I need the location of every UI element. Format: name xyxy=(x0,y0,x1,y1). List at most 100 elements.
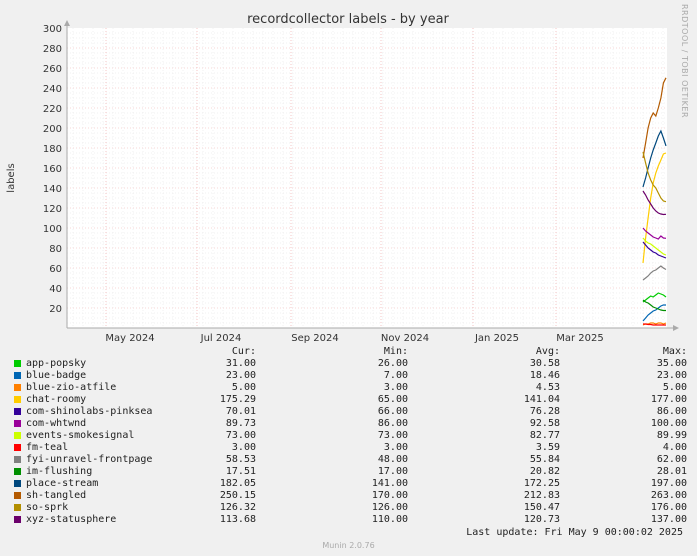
legend-series-name: fyi-unravel-frontpage xyxy=(26,454,153,465)
y-tick-label: 60 xyxy=(49,264,62,275)
y-tick-label: 220 xyxy=(43,104,62,115)
legend-max-value: 23.00 xyxy=(656,370,687,381)
legend-max-value: 197.00 xyxy=(650,478,687,489)
legend-min-value: 141.00 xyxy=(371,478,408,489)
legend-min-value: 110.00 xyxy=(371,514,408,525)
legend-max-value: 28.01 xyxy=(656,466,687,477)
legend-row: so-sprk 126.32 126.00 150.47 176.00 xyxy=(0,502,697,514)
legend-max-value: 177.00 xyxy=(650,394,687,405)
legend-row: chat-roomy 175.29 65.00 141.04 177.00 xyxy=(0,394,697,406)
legend-max-value: 89.99 xyxy=(656,430,687,441)
chart-title: recordcollector labels - by year xyxy=(247,12,449,27)
legend-cur-value: 70.01 xyxy=(225,406,256,417)
legend-cur-value: 182.05 xyxy=(219,478,256,489)
y-tick-label: 200 xyxy=(43,124,62,135)
legend-cur-value: 113.68 xyxy=(219,514,256,525)
legend-swatch xyxy=(14,372,21,379)
x-tick-label: May 2024 xyxy=(105,333,154,344)
y-axis-arrow xyxy=(64,20,70,26)
y-axis-label: labels xyxy=(6,163,17,192)
legend-cur-value: 250.15 xyxy=(219,490,256,501)
legend-swatch xyxy=(14,504,21,511)
y-tick-label: 300 xyxy=(43,24,62,35)
legend-min-value: 3.00 xyxy=(383,382,408,393)
header-avg: Avg: xyxy=(535,346,560,357)
legend-series-name: blue-badge xyxy=(26,370,87,381)
legend-swatch xyxy=(14,468,21,475)
legend-series-name: fm-teal xyxy=(26,442,69,453)
legend-swatch xyxy=(14,420,21,427)
legend-cur-value: 175.29 xyxy=(219,394,256,405)
y-tick-label: 80 xyxy=(49,244,62,255)
legend-avg-value: 120.73 xyxy=(523,514,560,525)
legend-cur-value: 3.00 xyxy=(231,442,256,453)
legend-swatch xyxy=(14,492,21,499)
legend-cur-value: 31.00 xyxy=(225,358,256,369)
legend-max-value: 86.00 xyxy=(656,406,687,417)
legend-row: blue-badge 23.00 7.00 18.46 23.00 xyxy=(0,370,697,382)
legend-avg-value: 76.28 xyxy=(529,406,560,417)
header-cur: Cur: xyxy=(231,346,256,357)
legend-max-value: 176.00 xyxy=(650,502,687,513)
legend-row: com-shinolabs-pinksea 70.01 66.00 76.28 86.0… xyxy=(0,406,697,418)
legend-min-value: 17.00 xyxy=(377,466,408,477)
legend-series-name: im-flushing xyxy=(26,466,93,477)
legend-row: app-popsky 31.00 26.00 30.58 35.00 xyxy=(0,358,697,370)
legend-row: blue-zio-atfile 5.00 3.00 4.53 5.00 xyxy=(0,382,697,394)
legend-min-value: 3.00 xyxy=(383,442,408,453)
legend-swatch xyxy=(14,408,21,415)
legend-avg-value: 20.82 xyxy=(529,466,560,477)
legend-min-value: 26.00 xyxy=(377,358,408,369)
x-axis-arrow xyxy=(673,325,679,331)
legend-swatch xyxy=(14,444,21,451)
legend-avg-value: 4.53 xyxy=(535,382,560,393)
x-tick-label: Jan 2025 xyxy=(474,333,519,344)
y-tick-label: 100 xyxy=(43,224,62,235)
legend-avg-value: 150.47 xyxy=(523,502,560,513)
rrdtool-credit: RRDTOOL / TOBI OETIKER xyxy=(680,4,689,119)
y-tick-label: 120 xyxy=(43,204,62,215)
x-tick-label: Jul 2024 xyxy=(200,333,242,344)
legend-series-name: sh-tangled xyxy=(26,490,87,501)
legend-min-value: 66.00 xyxy=(377,406,408,417)
footer-version: Munin 2.0.76 xyxy=(322,541,375,550)
legend-cur-value: 5.00 xyxy=(231,382,256,393)
legend-row: fyi-unravel-frontpage 58.53 48.00 55.84 62.0… xyxy=(0,454,697,466)
legend-swatch xyxy=(14,516,21,523)
legend-row: events-smokesignal 73.00 73.00 82.77 89.99 xyxy=(0,430,697,442)
legend-max-value: 137.00 xyxy=(650,514,687,525)
y-tick-label: 160 xyxy=(43,164,62,175)
legend-series-name: place-stream xyxy=(26,478,99,489)
legend-max-value: 4.00 xyxy=(662,442,687,453)
header-max: Max: xyxy=(662,346,687,357)
legend-min-value: 126.00 xyxy=(371,502,408,513)
header-min: Min: xyxy=(383,346,408,357)
legend-avg-value: 18.46 xyxy=(529,370,560,381)
y-tick-label: 40 xyxy=(49,284,62,295)
legend-row: com-whtwnd 89.73 86.00 92.58 100.00 xyxy=(0,418,697,430)
x-tick-label: Sep 2024 xyxy=(291,333,338,344)
legend-avg-value: 172.25 xyxy=(523,478,560,489)
chart-area: recordcollector labels - by year labels … xyxy=(6,12,679,344)
legend-swatch xyxy=(14,432,21,439)
legend-series-name: xyz-statusphere xyxy=(26,514,117,525)
x-tick-label: Mar 2025 xyxy=(556,333,604,344)
legend-row: sh-tangled 250.15 170.00 212.83 263.00 xyxy=(0,490,697,502)
legend-cur-value: 58.53 xyxy=(225,454,256,465)
legend-row: im-flushing 17.51 17.00 20.82 28.01 xyxy=(0,466,697,478)
y-tick-label: 180 xyxy=(43,144,62,155)
legend-swatch xyxy=(14,480,21,487)
legend-max-value: 5.00 xyxy=(662,382,687,393)
x-tick-label: Nov 2024 xyxy=(381,333,429,344)
legend-table: Cur: Min: Avg: Max: app-popsky 31.00 26.00… xyxy=(0,346,697,526)
legend-row: xyz-statusphere 113.68 110.00 120.73 137.00 xyxy=(0,514,697,526)
y-tick-label: 240 xyxy=(43,84,62,95)
legend-row: fm-teal 3.00 3.00 3.59 4.00 xyxy=(0,442,697,454)
legend-min-value: 170.00 xyxy=(371,490,408,501)
legend-min-value: 73.00 xyxy=(377,430,408,441)
legend-series-name: chat-roomy xyxy=(26,394,87,405)
legend-cur-value: 17.51 xyxy=(225,466,256,477)
legend-row: place-stream 182.05 141.00 172.25 197.00 xyxy=(0,478,697,490)
legend-cur-value: 126.32 xyxy=(219,502,256,513)
legend-cur-value: 23.00 xyxy=(225,370,256,381)
